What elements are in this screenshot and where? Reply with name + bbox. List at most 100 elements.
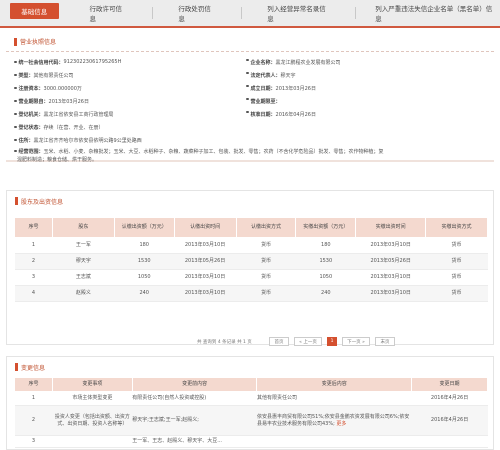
- company-name-value: 黑龙江鹏程农业发展有限公司: [275, 59, 341, 66]
- tab-admin-penalty[interactable]: 行政处罚信息: [172, 0, 221, 27]
- table-cell: 王一军、王志、赵殿义、穆天宇、大豆...: [132, 435, 257, 448]
- bullet-icon: [14, 125, 17, 129]
- table-row: 3 王一军、王志、赵殿义、穆天宇、大豆...: [14, 435, 488, 448]
- table-cell: 1530: [295, 253, 356, 270]
- table-cell: 2: [14, 253, 53, 270]
- table-cell: 货币: [425, 237, 488, 254]
- table-cell: 2: [14, 405, 53, 436]
- next-page-button[interactable]: 下一页 »: [342, 337, 370, 346]
- bullet-icon: [14, 73, 17, 77]
- bullet-icon: [246, 97, 249, 100]
- column-header: 变更事项: [51, 377, 133, 392]
- change-after-text: 依安县惠丰商贸有限公司51%;依安县金鹏农资发展有限公司6%;依安县易丰农业技术…: [256, 414, 410, 427]
- table-cell: 1050: [114, 269, 175, 286]
- table-cell: 2013年03月10日: [174, 237, 237, 254]
- table-cell: 投资人变更（包括出资额、出资方式、出资日期、投资人名称等）: [52, 405, 133, 436]
- table-cell: 货币: [236, 269, 296, 286]
- bullet-icon: [14, 138, 17, 142]
- bullet-icon: [246, 71, 249, 74]
- approve-date-value: 2016年04月26日: [275, 111, 316, 118]
- table-cell: 有限责任公司(自然人投资或控股): [132, 391, 257, 406]
- table-row: 1 市场主体类型变更 有限责任公司(自然人投资或控股) 其他有限责任公司 201…: [14, 391, 488, 406]
- table-row: 1 王一军 180 2013年03月10日 货币 180 2013年03月10日…: [14, 237, 488, 254]
- table-cell: 依安县惠丰商贸有限公司51%;依安县金鹏农资发展有限公司6%;依安县易丰农业技术…: [256, 405, 412, 436]
- info-row: 统一社会信用代码： 91230223061795265H 企业名称： 黑龙江鹏程…: [14, 56, 484, 68]
- capital-value: 3000.000000万: [43, 85, 82, 92]
- table-header-row: 序号 变更事项 变更前内容 变更后内容 变更日期: [14, 377, 488, 392]
- table-cell: 货币: [425, 253, 488, 270]
- legal-rep-value: 穆天宇: [280, 72, 296, 79]
- table-row: 2 穆天宇 1530 2013年05月26日 货币 1530 2013年05月2…: [14, 253, 488, 270]
- table-cell: 赵殿义: [52, 285, 115, 302]
- column-header: 序号: [14, 217, 53, 238]
- first-page-button[interactable]: 首页: [269, 337, 289, 346]
- changes-table: 序号 变更事项 变更前内容 变更后内容 变更日期 1 市场主体类型变更 有限责任…: [14, 377, 488, 448]
- business-license-fields: 统一社会信用代码： 91230223061795265H 企业名称： 黑龙江鹏程…: [6, 52, 494, 163]
- table-cell: 240: [295, 285, 356, 302]
- table-cell: 货币: [425, 269, 488, 286]
- info-row: 登记机关： 黑龙江省依安县工商行政管理局 核准日期： 2016年04月26日: [14, 108, 484, 120]
- authority-value: 黑龙江省依安县工商行政管理局: [43, 111, 114, 118]
- info-row: 登记状态： 存续（在营、开业、在册）: [14, 121, 484, 133]
- more-link[interactable]: 更多: [336, 421, 346, 427]
- table-cell: [411, 435, 488, 448]
- bullet-icon: [246, 84, 249, 87]
- shareholders-heading: 股东及出资信息: [7, 191, 493, 211]
- table-cell: 2013年03月10日: [174, 285, 237, 302]
- address-value: 黑龙江省齐齐哈尔市依安县依明公路9公里处路西: [33, 137, 142, 144]
- table-cell: 1530: [114, 253, 175, 270]
- changes-heading: 变更信息: [7, 357, 493, 377]
- table-cell: 其他有限责任公司: [256, 391, 412, 406]
- bullet-icon: [14, 149, 17, 153]
- table-cell: 2013年05月26日: [174, 253, 237, 270]
- info-row: 营业期限自： 2013年03月26日 营业期限至：: [14, 95, 484, 107]
- tab-admin-license[interactable]: 行政许可信息: [84, 0, 133, 27]
- table-cell: 2016年4月26日: [411, 391, 488, 406]
- column-header: 认缴出资方式: [235, 217, 297, 238]
- shareholders-panel: 股东及出资信息 序号 股东 认缴出资额（万元） 认缴出资时间 认缴出资方式 实缴…: [6, 190, 494, 346]
- scope-value-continued: 混肥料制造；粮食仓储、烘干服务。: [17, 156, 98, 163]
- column-header: 认缴出资额（万元）: [113, 217, 175, 238]
- credit-code-value: 91230223061795265H: [63, 59, 122, 65]
- table-cell: 1: [14, 391, 53, 406]
- column-header: 实缴出资额（万元）: [295, 217, 357, 238]
- table-cell: 货币: [236, 253, 296, 270]
- type-value: 其他有限责任公司: [33, 72, 74, 79]
- status-value: 存续（在营、开业、在册）: [43, 124, 104, 131]
- scope-label: 经营范围：: [18, 148, 44, 155]
- bullet-icon: [246, 110, 249, 113]
- column-header: 序号: [14, 377, 53, 392]
- table-cell: 穆天宇: [52, 253, 115, 270]
- info-row: 混肥料制造；粮食仓储、烘干服务。: [17, 155, 487, 163]
- legal-rep-label: 法定代表人：: [250, 72, 281, 79]
- table-cell: 2013年03月10日: [355, 237, 426, 254]
- bullet-icon: [14, 112, 17, 116]
- found-date-value: 2013年03月26日: [275, 85, 316, 92]
- tab-basic-info[interactable]: 基础信息: [10, 3, 59, 19]
- table-cell: 货币: [425, 285, 488, 302]
- heading-marker-icon: [14, 37, 17, 46]
- shareholders-title: 股东及出资信息: [21, 198, 64, 206]
- tab-bar: 基础信息 行政许可信息 行政处罚信息 列入经营异常名录信息 列入严重违法失信企业…: [0, 0, 500, 28]
- column-header: 变更后内容: [256, 377, 413, 392]
- tab-divider: [152, 7, 154, 19]
- column-header: 实缴出资方式: [425, 217, 488, 238]
- tab-abnormal-list[interactable]: 列入经营异常名录信息: [261, 0, 335, 27]
- business-license-title: 营业执照信息: [20, 39, 57, 46]
- credit-code-label: 统一社会信用代码：: [18, 59, 64, 66]
- table-cell: 4: [14, 285, 53, 302]
- table-cell: 240: [114, 285, 175, 302]
- last-page-button[interactable]: 末页: [375, 337, 395, 346]
- shareholders-table: 序号 股东 认缴出资额（万元） 认缴出资时间 认缴出资方式 实缴出资额（万元） …: [14, 217, 488, 302]
- prev-page-button[interactable]: « 上一页: [294, 337, 322, 346]
- info-row: 类型： 其他有限责任公司 法定代表人： 穆天宇: [14, 69, 484, 81]
- current-page-button[interactable]: 1: [327, 337, 337, 346]
- table-cell: 王志斌: [52, 269, 115, 286]
- approve-date-label: 核准日期：: [250, 111, 276, 118]
- tab-divider: [354, 7, 356, 19]
- authority-label: 登记机关：: [18, 111, 44, 118]
- changes-panel: 变更信息 序号 变更事项 变更前内容 变更后内容 变更日期 1 市场主体类型变更…: [6, 356, 494, 450]
- table-cell: 1050: [295, 269, 356, 286]
- table-cell: 2013年03月10日: [355, 285, 426, 302]
- tab-blacklist[interactable]: 列入严重违法失信企业名单（黑名单）信息: [369, 0, 500, 27]
